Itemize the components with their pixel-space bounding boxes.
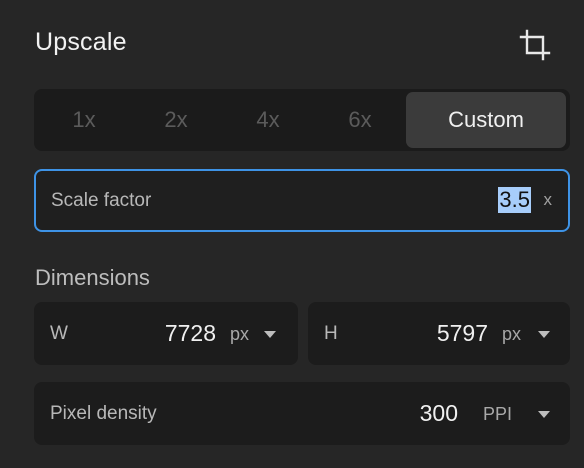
crop-button[interactable] bbox=[516, 26, 554, 64]
scale-factor-unit: x bbox=[543, 190, 553, 209]
width-unit: px bbox=[230, 324, 250, 344]
width-input[interactable]: 7728 bbox=[165, 320, 216, 347]
scale-option-4x[interactable]: 4x bbox=[226, 92, 310, 148]
height-label: H bbox=[324, 323, 338, 344]
scale-factor-input[interactable]: 3.5 bbox=[498, 187, 531, 213]
width-field[interactable]: W 7728 px bbox=[34, 302, 298, 365]
scale-option-2x[interactable]: 2x bbox=[134, 92, 218, 148]
upscale-panel: Upscale 1x 2x 4x 6x Custom Scale factor … bbox=[0, 0, 584, 468]
scale-segmented-control: 1x 2x 4x 6x Custom bbox=[34, 89, 570, 151]
width-unit-dropdown-icon[interactable] bbox=[264, 331, 276, 338]
scale-factor-field[interactable]: Scale factor 3.5 x bbox=[34, 169, 570, 232]
pixel-density-input[interactable]: 300 bbox=[420, 400, 458, 427]
height-unit-dropdown-icon[interactable] bbox=[538, 331, 550, 338]
scale-option-custom[interactable]: Custom bbox=[406, 92, 566, 148]
panel-title: Upscale bbox=[35, 28, 127, 56]
pixel-density-field[interactable]: Pixel density 300 PPI bbox=[34, 382, 570, 445]
pixel-density-unit: PPI bbox=[483, 404, 513, 424]
scale-option-1x[interactable]: 1x bbox=[42, 92, 126, 148]
width-label: W bbox=[50, 323, 68, 344]
height-unit: px bbox=[502, 324, 522, 344]
dimensions-heading: Dimensions bbox=[35, 265, 150, 290]
pixel-density-dropdown-icon[interactable] bbox=[538, 411, 550, 418]
crop-icon bbox=[519, 29, 551, 61]
height-input[interactable]: 5797 bbox=[437, 320, 488, 347]
pixel-density-label: Pixel density bbox=[50, 403, 157, 424]
scale-option-6x[interactable]: 6x bbox=[318, 92, 402, 148]
scale-factor-label: Scale factor bbox=[51, 190, 152, 211]
height-field[interactable]: H 5797 px bbox=[308, 302, 570, 365]
